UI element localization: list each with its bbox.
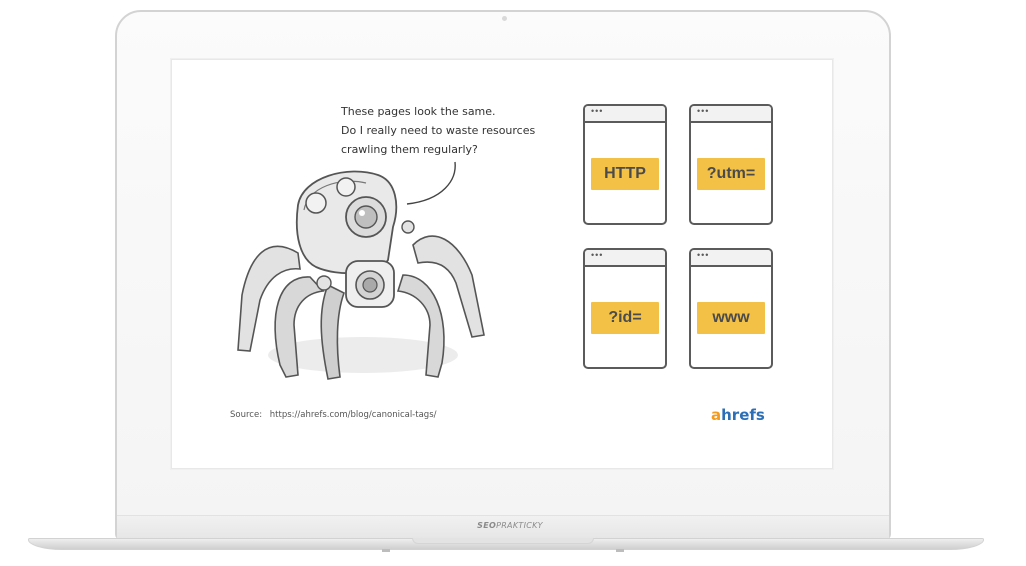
source-url: https://ahrefs.com/blog/canonical-tags/ [269, 410, 437, 420]
laptop-brand: SEOPRAKTICKY [470, 521, 550, 530]
window-dots-icon: ••• [585, 250, 665, 267]
window-dots-icon: ••• [691, 250, 771, 267]
brand-bold: SEO [477, 521, 497, 530]
laptop-foot [616, 549, 624, 552]
speech-line: crawling them regularly? [341, 143, 478, 156]
source-label: Source: [230, 410, 263, 420]
page-label: www [697, 302, 765, 334]
logo-rest: hrefs [721, 406, 765, 424]
spider-robot-illustration [237, 170, 485, 380]
laptop-notch [412, 538, 594, 544]
page-label: HTTP [591, 158, 659, 190]
window-dots-icon: ••• [585, 106, 665, 123]
brand-normal: PRAKTICKY [496, 521, 543, 530]
page-window-id: ••• ?id= [583, 248, 667, 369]
source-credit: Source: https://ahrefs.com/blog/canonica… [230, 410, 436, 420]
page-label: ?utm= [697, 158, 765, 190]
camera-icon [502, 16, 507, 21]
speech-line: Do I really need to waste resources [341, 124, 536, 137]
page-window-www: ••• www [689, 248, 773, 369]
window-dots-icon: ••• [691, 106, 771, 123]
page-label: ?id= [591, 302, 659, 334]
speech-text: These pages look the same. Do I really n… [341, 102, 581, 159]
ahrefs-logo: ahrefs [711, 406, 765, 424]
page-window-utm: ••• ?utm= [689, 104, 773, 225]
page-window-http: ••• HTTP [583, 104, 667, 225]
speech-line: These pages look the same. [341, 105, 496, 118]
laptop-foot [382, 549, 390, 552]
logo-first-letter: a [711, 406, 722, 424]
